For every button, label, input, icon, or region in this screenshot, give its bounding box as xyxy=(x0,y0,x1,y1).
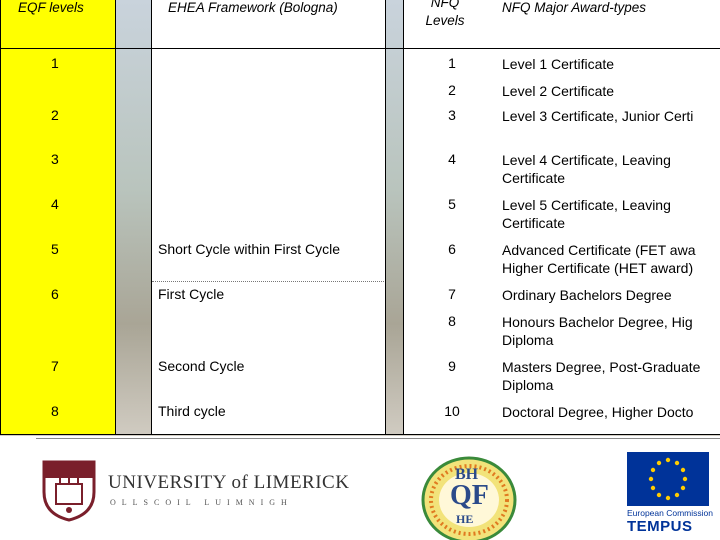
eqf-level: 4 xyxy=(51,196,59,212)
tempus-label: TEMPUS xyxy=(627,518,693,535)
eqf-level: 2 xyxy=(51,107,59,123)
nfq-level: 2 xyxy=(448,82,456,98)
ehea-cycle: First Cycle xyxy=(158,286,225,302)
nfq-level: 4 xyxy=(448,151,456,167)
nfq-level: 8 xyxy=(448,313,456,329)
eqf-level: 7 xyxy=(51,358,59,374)
nfq-award: Level 4 Certificate, Leaving Certificate xyxy=(502,152,671,186)
nfq-award: Ordinary Bachelors Degree xyxy=(502,287,672,303)
ehea-cycle: Short Cycle within First Cycle xyxy=(158,241,341,257)
footer-rule xyxy=(36,438,720,439)
ul-subtitle: OLLSCOIL LUIMNIGH xyxy=(110,498,293,507)
nfq-level: 9 xyxy=(448,358,456,374)
header-ehea: EHEA Framework (Bologna) xyxy=(168,0,338,15)
header-nfq-levels: NFQ Levels xyxy=(425,0,465,28)
nfq-award: Advanced Certificate (FET awa Higher Cer… xyxy=(502,242,696,276)
nfq-level: 7 xyxy=(448,286,456,302)
ehea-cycle: Third cycle xyxy=(158,403,226,419)
nfq-award: Masters Degree, Post-Graduate Diploma xyxy=(502,359,701,393)
ul-title: UNIVERSITY of LIMERICK xyxy=(108,472,350,493)
nfq-award: Level 3 Certificate, Junior Certi xyxy=(502,108,694,124)
eqf-level: 6 xyxy=(51,286,59,302)
eqf-level: 3 xyxy=(51,151,59,167)
ehea-cycle: Second Cycle xyxy=(158,358,245,374)
ehea-divider xyxy=(152,281,384,282)
bhqf-mid: QF xyxy=(450,480,489,511)
nfq-award: Doctoral Degree, Higher Docto xyxy=(502,404,694,420)
eqf-level: 1 xyxy=(51,55,59,71)
eu-caption: European Commission xyxy=(627,508,713,518)
nfq-level: 3 xyxy=(448,107,456,123)
eqf-level: 8 xyxy=(51,403,59,419)
bhqf-bottom: HE xyxy=(456,512,474,526)
eu-flag-icon xyxy=(627,452,709,506)
nfq-award: Honours Bachelor Degree, Hig Diploma xyxy=(502,314,693,348)
eqf-level: 5 xyxy=(51,241,59,257)
nfq-level: 5 xyxy=(448,196,456,212)
ul-crest-icon xyxy=(42,460,96,522)
table-bottom-border xyxy=(0,434,720,435)
nfq-award: Level 5 Certificate, Leaving Certificate xyxy=(502,197,671,231)
header-divider xyxy=(0,48,720,49)
nfq-level: 10 xyxy=(444,403,460,419)
nfq-award: Level 1 Certificate xyxy=(502,56,615,72)
nfq-level: 1 xyxy=(448,55,456,71)
header-nfq-awards: NFQ Major Award-types xyxy=(502,0,647,15)
nfq-level: 6 xyxy=(448,241,456,257)
nfq-award: Level 2 Certificate xyxy=(502,83,615,99)
header-eqf: EQF levels xyxy=(18,0,84,15)
footer: UNIVERSITY of LIMERICK OLLSCOIL LUIMNIGH… xyxy=(0,436,720,540)
